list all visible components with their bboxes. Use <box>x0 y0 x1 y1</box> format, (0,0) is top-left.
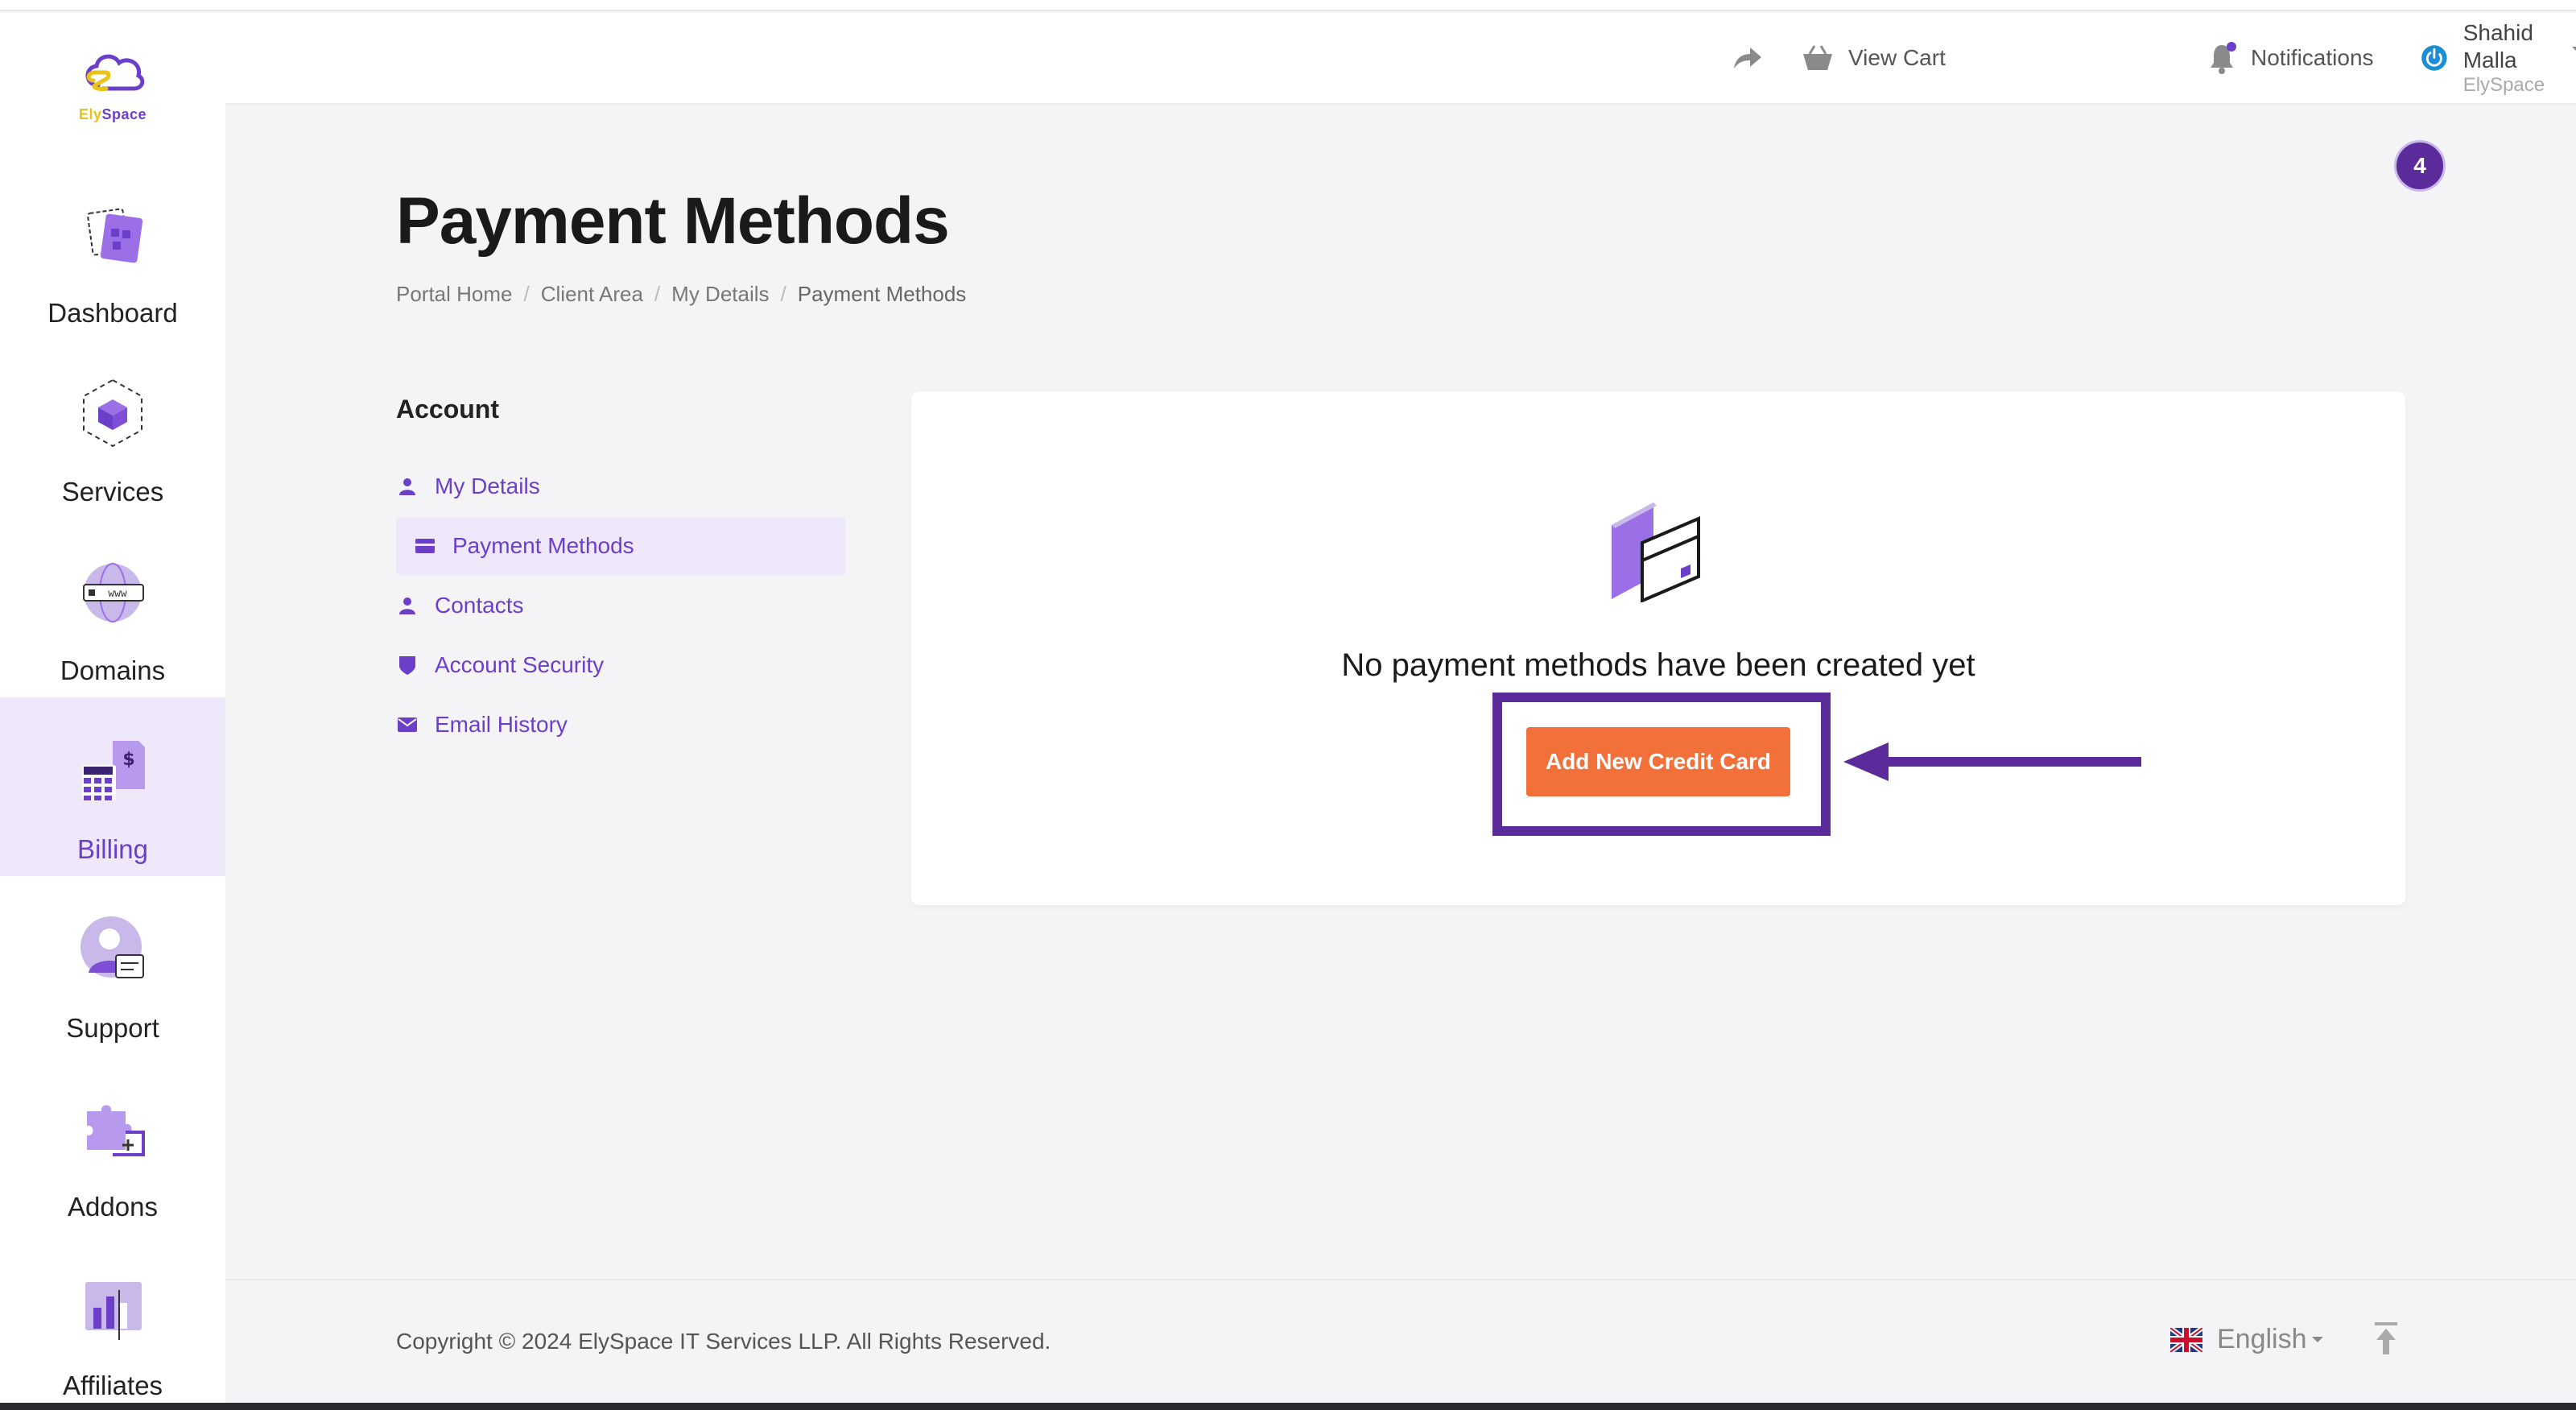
language-selector[interactable]: English <box>2170 1324 2323 1355</box>
notifications-label: Notifications <box>2251 45 2374 70</box>
account-item-label: Contacts <box>435 593 524 618</box>
back-to-top-icon[interactable] <box>2370 1321 2402 1358</box>
dashboard-icon <box>86 208 143 263</box>
envelope-icon <box>398 717 417 732</box>
notifications-link[interactable]: Notifications <box>2207 13 2374 103</box>
view-cart-link[interactable]: View Cart <box>1802 13 1946 103</box>
globe-www-icon: www <box>83 563 144 622</box>
services-cube-icon <box>83 378 142 448</box>
sidebar-item-services[interactable]: Services <box>0 340 225 519</box>
account-item-email-history[interactable]: Email History <box>396 696 845 754</box>
account-item-label: My Details <box>435 473 540 498</box>
breadcrumb-client-area[interactable]: Client Area <box>541 282 643 307</box>
credit-cards-illustration-icon <box>1612 502 1700 602</box>
empty-state-message: No payment methods have been created yet <box>1341 647 1975 683</box>
copyright-text: Copyright © 2024 ElySpace IT Services LL… <box>396 1329 1051 1354</box>
account-item-account-security[interactable]: Account Security <box>396 636 845 694</box>
power-avatar-icon <box>2421 45 2447 71</box>
account-heading: Account <box>396 395 499 424</box>
sidebar-item-billing[interactable]: $ Billing <box>0 697 225 876</box>
footer: Copyright © 2024 ElySpace IT Services LL… <box>225 1279 2576 1403</box>
top-header: View Cart Notifications Shahid Malla Ely… <box>225 13 2576 105</box>
elyspace-logo[interactable]: ElySpace <box>74 48 151 129</box>
view-cart-label: View Cart <box>1848 45 1946 70</box>
sidebar: ElySpace Dashboard Services www Domains <box>0 13 225 1403</box>
sidebar-item-domains[interactable]: www Domains <box>0 519 225 697</box>
share-button[interactable] <box>1731 13 1777 103</box>
support-agent-icon <box>80 916 144 978</box>
sidebar-item-label: Billing <box>76 834 149 864</box>
top-border <box>0 0 2576 11</box>
chevron-down-icon <box>2311 1337 2323 1342</box>
credit-card-icon <box>415 539 435 553</box>
puzzle-icon <box>87 1105 145 1156</box>
account-item-my-details[interactable]: My Details <box>396 457 845 515</box>
breadcrumb-separator: / <box>654 282 661 306</box>
user-name: Shahid Malla <box>2462 20 2533 72</box>
chevron-down-icon <box>2572 47 2576 53</box>
account-item-label: Account Security <box>435 652 605 677</box>
breadcrumb-portal-home[interactable]: Portal Home <box>396 282 513 307</box>
language-label: English <box>2217 1324 2307 1354</box>
sidebar-item-label: Domains <box>60 655 166 685</box>
svg-text:www: www <box>108 588 127 600</box>
logo-text-space: Space <box>101 106 147 122</box>
account-item-label: Payment Methods <box>452 533 634 558</box>
sidebar-item-support[interactable]: Support <box>0 876 225 1055</box>
sidebar-item-label: Services <box>61 477 164 507</box>
sidebar-item-affiliates[interactable]: Affiliates <box>0 1234 225 1410</box>
affiliates-chart-icon <box>85 1282 142 1340</box>
sidebar-item-label: Support <box>66 1013 159 1043</box>
shield-icon <box>399 656 415 675</box>
sidebar-item-label: Addons <box>68 1192 158 1222</box>
user-menu[interactable]: Shahid Malla ElySpace <box>2420 13 2576 103</box>
uk-flag-icon <box>2170 1327 2202 1352</box>
account-item-contacts[interactable]: Contacts <box>396 577 845 635</box>
bell-icon <box>2211 42 2236 74</box>
billing-calculator-icon: $ <box>82 741 145 800</box>
user-org: ElySpace <box>2462 74 2545 96</box>
notification-count-badge[interactable]: 4 <box>2394 140 2446 192</box>
breadcrumb-my-details[interactable]: My Details <box>671 282 769 307</box>
breadcrumb-separator: / <box>523 282 530 306</box>
breadcrumb-current: Payment Methods <box>797 282 967 306</box>
sidebar-item-dashboard[interactable]: Dashboard <box>0 161 225 340</box>
sidebar-item-label: Affiliates <box>62 1371 163 1400</box>
bottom-border <box>0 1403 2576 1410</box>
sidebar-item-label: Dashboard <box>47 298 178 328</box>
user-icon <box>399 597 415 614</box>
basket-icon <box>1803 45 1832 70</box>
user-icon <box>399 478 415 495</box>
breadcrumb-separator: / <box>780 282 786 306</box>
account-item-label: Email History <box>435 712 568 737</box>
page-title: Payment Methods <box>396 184 950 258</box>
pointer-arrow-icon <box>1843 742 2141 781</box>
account-item-payment-methods[interactable]: Payment Methods <box>396 517 845 575</box>
sidebar-item-addons[interactable]: Addons <box>0 1055 225 1234</box>
add-new-credit-card-button[interactable]: Add New Credit Card <box>1526 727 1790 796</box>
logo-text-ely: Ely <box>78 106 102 122</box>
share-arrow-icon <box>1734 48 1761 68</box>
breadcrumb: Portal Home / Client Area / My Details /… <box>396 282 966 307</box>
svg-text:$: $ <box>122 750 134 770</box>
